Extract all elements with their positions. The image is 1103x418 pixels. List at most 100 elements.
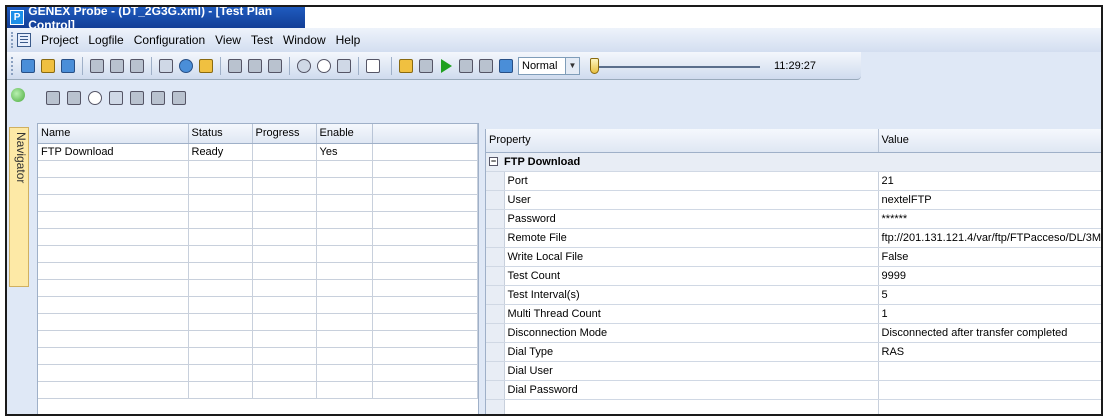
device-icon[interactable] bbox=[157, 57, 175, 75]
save-icon[interactable] bbox=[59, 57, 77, 75]
record-start-icon[interactable] bbox=[226, 57, 244, 75]
play-icon[interactable] bbox=[437, 57, 455, 75]
column-header-enable[interactable]: Enable bbox=[316, 124, 373, 144]
add-test-icon[interactable] bbox=[44, 89, 62, 107]
property-value[interactable]: ****** bbox=[878, 209, 1101, 229]
record-pause-icon[interactable] bbox=[246, 57, 264, 75]
table-row[interactable] bbox=[38, 279, 478, 297]
property-value[interactable]: nextelFTP bbox=[878, 190, 1101, 210]
stop-icon[interactable] bbox=[457, 57, 475, 75]
table-row[interactable] bbox=[38, 296, 478, 314]
sync-icon[interactable] bbox=[295, 57, 313, 75]
replay-mode-select[interactable]: Normal ▼ bbox=[518, 56, 580, 75]
open-log-icon[interactable] bbox=[397, 57, 415, 75]
table-row[interactable] bbox=[38, 347, 478, 365]
table-row[interactable] bbox=[38, 211, 478, 229]
column-header-status[interactable]: Status bbox=[188, 124, 253, 144]
property-value[interactable]: ftp://201.131.121.4/var/ftp/FTPacceso/DL… bbox=[878, 228, 1101, 248]
column-header-value[interactable]: Value bbox=[878, 129, 1101, 153]
column-header-name[interactable]: Name bbox=[38, 124, 189, 144]
stop-test-plan-icon[interactable] bbox=[107, 89, 125, 107]
toolbar-grip bbox=[11, 56, 14, 75]
globe-icon[interactable] bbox=[177, 57, 195, 75]
record-stop-icon[interactable] bbox=[266, 57, 284, 75]
property-value[interactable]: RAS bbox=[878, 342, 1101, 362]
export-icon[interactable] bbox=[149, 89, 167, 107]
navigator-tab[interactable]: Navigator bbox=[9, 127, 29, 287]
property-value[interactable] bbox=[878, 380, 1101, 400]
table-row[interactable] bbox=[38, 313, 478, 331]
slider-thumb[interactable] bbox=[590, 57, 599, 74]
property-row[interactable]: Test Interval(s) 5 bbox=[486, 285, 1101, 305]
column-header-property[interactable]: Property bbox=[486, 129, 879, 153]
table-header: Name Status Progress Enable bbox=[38, 124, 478, 144]
property-value[interactable] bbox=[878, 361, 1101, 381]
copy-icon[interactable] bbox=[88, 57, 106, 75]
table-cell bbox=[316, 177, 373, 195]
property-row[interactable]: Disconnection Mode Disconnected after tra… bbox=[486, 323, 1101, 343]
table-row[interactable]: FTP Download Ready Yes bbox=[38, 143, 478, 161]
chevron-down-icon[interactable]: ▼ bbox=[566, 56, 580, 75]
collapse-icon[interactable]: − bbox=[489, 157, 498, 167]
table-cell bbox=[188, 279, 253, 297]
replay-settings-icon[interactable] bbox=[497, 57, 515, 75]
table-row[interactable] bbox=[38, 245, 478, 263]
table-row[interactable] bbox=[38, 364, 478, 382]
property-value[interactable]: Disconnected after transfer completed bbox=[878, 323, 1101, 343]
row-gutter bbox=[486, 361, 505, 381]
test-plan-icon[interactable] bbox=[197, 57, 215, 75]
table-row[interactable] bbox=[38, 262, 478, 280]
menu-configuration[interactable]: Configuration bbox=[134, 33, 205, 47]
import-icon[interactable] bbox=[128, 89, 146, 107]
property-row[interactable]: Dial Type RAS bbox=[486, 342, 1101, 362]
new-project-icon[interactable] bbox=[19, 57, 37, 75]
table-row[interactable] bbox=[38, 228, 478, 246]
probe-logo-icon bbox=[11, 88, 25, 102]
property-row[interactable]: User nextelFTP bbox=[486, 190, 1101, 210]
menu-project[interactable]: Project bbox=[41, 33, 78, 47]
property-row[interactable]: Dial User bbox=[486, 361, 1101, 381]
next-icon[interactable] bbox=[477, 57, 495, 75]
property-row[interactable]: Dial Password bbox=[486, 380, 1101, 400]
connect-icon[interactable] bbox=[108, 57, 126, 75]
property-value[interactable]: 9999 bbox=[878, 266, 1101, 286]
run-test-icon[interactable] bbox=[86, 89, 104, 107]
property-row[interactable]: Remote File ftp://201.131.121.4/var/ftp/F… bbox=[486, 228, 1101, 248]
row-gutter bbox=[486, 285, 505, 305]
table-row[interactable] bbox=[38, 381, 478, 399]
table-row[interactable] bbox=[38, 330, 478, 348]
menu-view[interactable]: View bbox=[215, 33, 241, 47]
replay-mode-value: Normal bbox=[518, 56, 566, 75]
toolbar-separator bbox=[220, 56, 221, 75]
property-row[interactable]: Multi Thread Count 1 bbox=[486, 304, 1101, 324]
previous-icon[interactable] bbox=[417, 57, 435, 75]
property-row[interactable]: Port 21 bbox=[486, 171, 1101, 191]
property-value[interactable]: 1 bbox=[878, 304, 1101, 324]
menu-test[interactable]: Test bbox=[251, 33, 273, 47]
menu-window[interactable]: Window bbox=[283, 33, 326, 47]
property-row[interactable]: Write Local File False bbox=[486, 247, 1101, 267]
property-category[interactable]: − FTP Download bbox=[486, 152, 1101, 172]
menu-help[interactable]: Help bbox=[336, 33, 361, 47]
open-project-icon[interactable] bbox=[39, 57, 57, 75]
replay-position-slider[interactable] bbox=[590, 57, 760, 75]
test-plan-toolbar bbox=[43, 87, 190, 109]
stop-test-icon[interactable] bbox=[335, 57, 353, 75]
table-cell bbox=[188, 211, 253, 229]
property-row[interactable]: Test Count 9999 bbox=[486, 266, 1101, 286]
property-row[interactable]: Password ****** bbox=[486, 209, 1101, 229]
edit-test-icon[interactable] bbox=[65, 89, 83, 107]
delete-test-icon[interactable] bbox=[170, 89, 188, 107]
help-icon[interactable] bbox=[364, 57, 382, 75]
column-header-progress[interactable]: Progress bbox=[252, 124, 317, 144]
disconnect-icon[interactable] bbox=[128, 57, 146, 75]
property-value[interactable]: 5 bbox=[878, 285, 1101, 305]
table-row[interactable] bbox=[38, 194, 478, 212]
start-test-icon[interactable] bbox=[315, 57, 333, 75]
table-row[interactable] bbox=[38, 177, 478, 195]
property-value[interactable]: 21 bbox=[878, 171, 1101, 191]
property-value[interactable]: False bbox=[878, 247, 1101, 267]
table-row[interactable] bbox=[38, 160, 478, 178]
window-menu-icon[interactable] bbox=[17, 33, 31, 47]
menu-logfile[interactable]: Logfile bbox=[88, 33, 123, 47]
